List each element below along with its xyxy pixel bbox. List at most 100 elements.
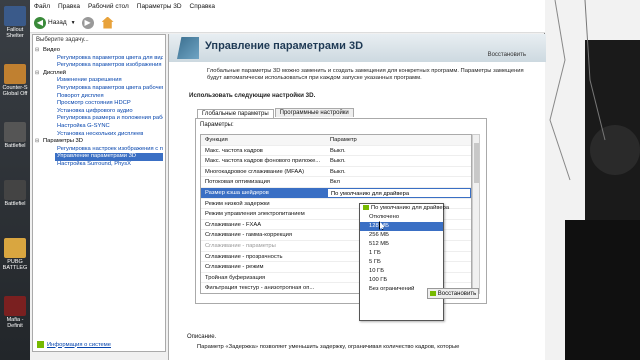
settings-tabs: Глобальные параметры Программные настройк… [197, 108, 355, 118]
home-icon[interactable] [101, 16, 114, 29]
grid-scrollbar[interactable] [472, 134, 480, 294]
settings-tab[interactable]: Глобальные параметры [197, 109, 274, 118]
setting-name: Макс. частота кадров фонового приложе... [205, 158, 321, 165]
menu-item[interactable]: Справка [190, 3, 216, 10]
setting-name: Размер кэша шейдеров [205, 189, 269, 196]
game-icon [4, 64, 26, 84]
tree-task-link[interactable]: Установка нескольких дисплеев [35, 131, 163, 139]
tree-task-link[interactable]: Регулировка настроек изображения с пр [35, 146, 163, 154]
tree-task-link[interactable]: Регулировка размера и положения рабо [35, 115, 163, 123]
desktop-icon[interactable]: Fallout Shelter [1, 6, 29, 39]
setting-value[interactable]: Выкл. [327, 146, 471, 156]
intro-text: Глобальные параметры 3D можно заменить и… [207, 68, 524, 81]
task-sidebar: Выберите задачу... ВидеоРегулировка пара… [32, 34, 166, 352]
dropdown-option[interactable]: 100 ГБ [360, 276, 443, 285]
tree-category[interactable]: Параметры 3D [35, 138, 163, 146]
setting-name: Макс. частота кадров [205, 147, 263, 154]
setting-name: Сглаживание - прозрачность [205, 253, 283, 260]
scrollbar-thumb[interactable] [474, 143, 479, 183]
tree-category[interactable]: Видео [35, 47, 163, 55]
dropdown-option[interactable]: 5 ГБ [360, 258, 443, 267]
tree-task-link[interactable]: Поворот дисплея [35, 93, 163, 101]
setting-name: Фильтрация текстур - анизотропная оп... [205, 285, 315, 292]
main-panel: Управление параметрами 3D Восстановить Г… [168, 34, 546, 360]
setting-value[interactable]: Выкл. [327, 156, 471, 166]
grid-row[interactable]: Макс. частота кадров фонового приложе...… [201, 156, 471, 167]
tree-task-link[interactable]: Регулировка параметров цвета для вид [35, 55, 163, 63]
desktop-icon[interactable]: Mafia - Definit [1, 296, 29, 329]
restore-defaults-link[interactable]: Восстановить [488, 52, 526, 58]
dropdown-option[interactable]: 128 МБ [360, 222, 443, 231]
settings-tab[interactable]: Программные настройки [274, 108, 354, 117]
grid-header: Функция Параметр [201, 135, 471, 146]
menu-item[interactable]: Правка [58, 3, 80, 10]
grid-row[interactable]: Макс. частота кадров Выкл. [201, 146, 471, 157]
tree-task-link[interactable]: Управление параметрами 3D [55, 153, 163, 161]
grid-row[interactable]: Многокадровое сглаживание (MFAA) Выкл. [201, 167, 471, 178]
desktop-icon[interactable]: PUBG BATTLEG [1, 238, 29, 271]
grid-row[interactable]: Размер кэша шейдеров По умолчанию для дра… [201, 187, 471, 199]
tree-task-link[interactable]: Настройка G-SYNC [35, 123, 163, 131]
dropdown-option[interactable]: 256 МБ [360, 231, 443, 240]
page-title: Управление параметрами 3D [205, 40, 364, 52]
game-icon [4, 6, 26, 26]
dropdown-option[interactable]: 1 ГБ [360, 249, 443, 258]
desktop-wallpaper [545, 0, 640, 360]
setting-value[interactable]: Вкл [327, 177, 471, 187]
setting-value[interactable]: Выкл. [327, 167, 471, 177]
menu-item[interactable]: Параметры 3D [137, 3, 182, 10]
desktop-icon[interactable]: Battlefiel [1, 180, 29, 207]
menu-item[interactable]: Рабочий стол [88, 3, 129, 10]
tree-category[interactable]: Дисплей [35, 70, 163, 78]
desktop-icon-label: Battlefiel [4, 201, 26, 207]
tree-task-link[interactable]: Установка цифрового аудио [35, 108, 163, 116]
grid-header-parameter: Параметр [330, 137, 357, 143]
setting-name: Многокадровое сглаживание (MFAA) [205, 168, 305, 175]
grid-row[interactable]: Потоковая оптимизация Вкл [201, 177, 471, 188]
setting-name: Сглаживание - гамма-коррекция [205, 232, 293, 239]
nvidia-control-panel-window: Файл Правка Рабочий стол Параметры 3D Справк… [30, 0, 546, 360]
back-dropdown-icon[interactable]: ▼ [71, 20, 76, 26]
dropdown-option[interactable]: 512 МБ [360, 240, 443, 249]
dropdown-option[interactable]: Отключено [360, 213, 443, 222]
setting-name: Тройная буферизация [205, 274, 266, 281]
system-info-label[interactable]: Информация о системе [47, 342, 111, 348]
back-arrow-icon[interactable]: ◀ [34, 16, 46, 29]
menu-bar: Файл Правка Рабочий стол Параметры 3D Справк… [30, 0, 545, 13]
game-icon [4, 122, 26, 142]
desktop-icon-label: Mafia - Definit [6, 317, 24, 329]
grid-header-function: Функция [205, 137, 228, 143]
dropdown-option[interactable]: По умолчанию для драйвера [360, 204, 449, 213]
game-icon [4, 238, 26, 258]
section-title: Использовать следующие настройки 3D. [189, 92, 316, 99]
desktop-icon-label: Battlefiel [4, 143, 26, 149]
menu-item[interactable]: Файл [34, 3, 50, 10]
desktop-icon-label: Counter-S Global Off [2, 85, 28, 97]
system-info-link[interactable]: Информация о системе [37, 341, 111, 348]
back-button-label[interactable]: Назад [48, 19, 67, 26]
sidebar-title: Выберите задачу... [36, 37, 89, 43]
setting-name: Режим управления электропитанием [205, 211, 305, 218]
info-icon [37, 341, 44, 348]
tree-task-link[interactable]: Настройка Surround, PhysX [35, 161, 163, 169]
3d-settings-icon [177, 37, 199, 59]
desktop-icon[interactable]: Battlefiel [1, 122, 29, 149]
tree-task-link[interactable]: Изменение разрешения [35, 77, 163, 85]
game-icon [4, 180, 26, 200]
forward-arrow-icon[interactable]: ▶ [81, 16, 94, 29]
params-label: Параметры: [200, 122, 234, 128]
wallpaper-art [549, 0, 640, 360]
restore-button[interactable]: Восстановить [427, 288, 479, 299]
desktop-icon[interactable]: Counter-S Global Off [1, 64, 29, 97]
setting-value[interactable]: По умолчанию для драйвера [327, 187, 471, 198]
game-icon [4, 296, 26, 316]
dropdown-option[interactable]: 10 ГБ [360, 267, 443, 276]
desktop-icon-label: PUBG BATTLEG [2, 259, 28, 271]
desktop-icon-label: Fallout Shelter [6, 27, 24, 39]
setting-name: Потоковая оптимизация [205, 179, 270, 186]
tree-task-link[interactable]: Просмотр состояния HDCP [35, 100, 163, 108]
tree-task-link[interactable]: Регулировка параметров цвета рабочег [35, 85, 163, 93]
tree-task-link[interactable]: Регулировка параметров изображения д [35, 62, 163, 70]
description-title: Описание. [187, 334, 217, 340]
desktop-icons-column: Fallout Shelter Counter-S Global Off Battl… [0, 0, 30, 360]
